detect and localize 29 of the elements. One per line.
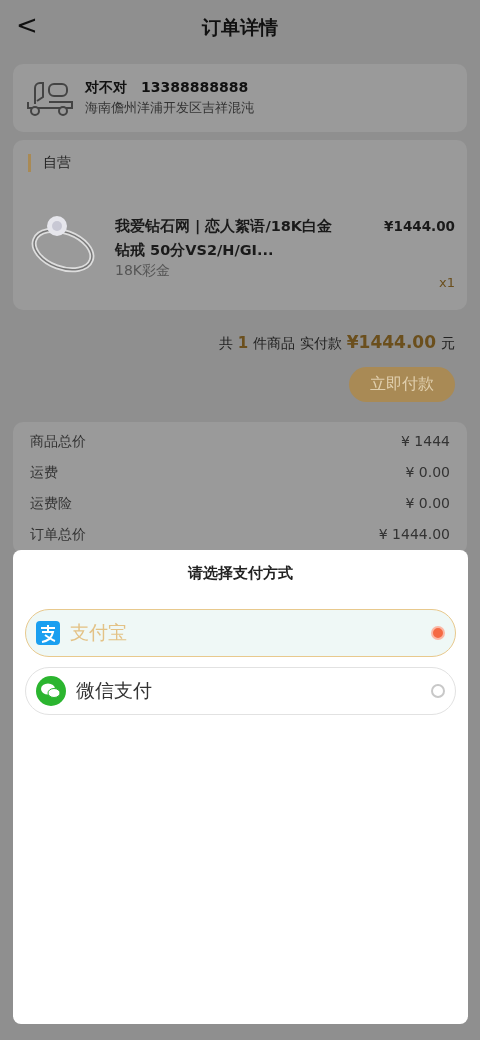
address-text: 海南儋州洋浦开发区吉祥混沌 xyxy=(85,99,254,117)
alipay-icon xyxy=(36,621,60,645)
product-spec: 18K彩金 xyxy=(115,262,171,280)
cost-label: 运费险 xyxy=(30,494,72,513)
payment-option[interactable]: 微信支付 xyxy=(25,667,456,715)
radio-button[interactable] xyxy=(431,626,445,640)
product-price: ¥1444.00 xyxy=(384,218,455,234)
shop-name: 自营 xyxy=(28,154,455,172)
product-title: 我爱钻石网 | 恋人絮语/18K白金钻戒 50分VS2/H/GI... xyxy=(115,217,334,260)
cost-value: ¥ 0.00 xyxy=(405,494,450,513)
wechat-icon xyxy=(36,676,66,706)
currency-unit: 元 xyxy=(441,335,455,353)
recipient-phone: 13388888888 xyxy=(141,79,249,97)
cost-value: ¥ 1444.00 xyxy=(378,525,450,544)
cost-label: 运费 xyxy=(30,463,58,482)
total-amount: ¥1444.00 xyxy=(346,332,436,352)
back-button[interactable]: < xyxy=(16,10,38,40)
product-quantity: x1 xyxy=(439,275,455,290)
sheet-title: 请选择支付方式 xyxy=(186,564,294,583)
page-title: 订单详情 xyxy=(202,15,278,40)
cost-value: ¥ 1444 xyxy=(401,432,450,451)
cost-label: 商品总价 xyxy=(30,432,86,451)
cost-label: 订单总价 xyxy=(30,525,86,544)
recipient-name: 对不对 xyxy=(85,79,127,97)
summary-text: 件商品 实付款 xyxy=(253,335,342,353)
cost-value: ¥ 0.00 xyxy=(405,463,450,482)
radio-button[interactable] xyxy=(431,684,445,698)
item-count: 1 xyxy=(237,334,249,352)
summary-text: 共 xyxy=(218,335,233,353)
